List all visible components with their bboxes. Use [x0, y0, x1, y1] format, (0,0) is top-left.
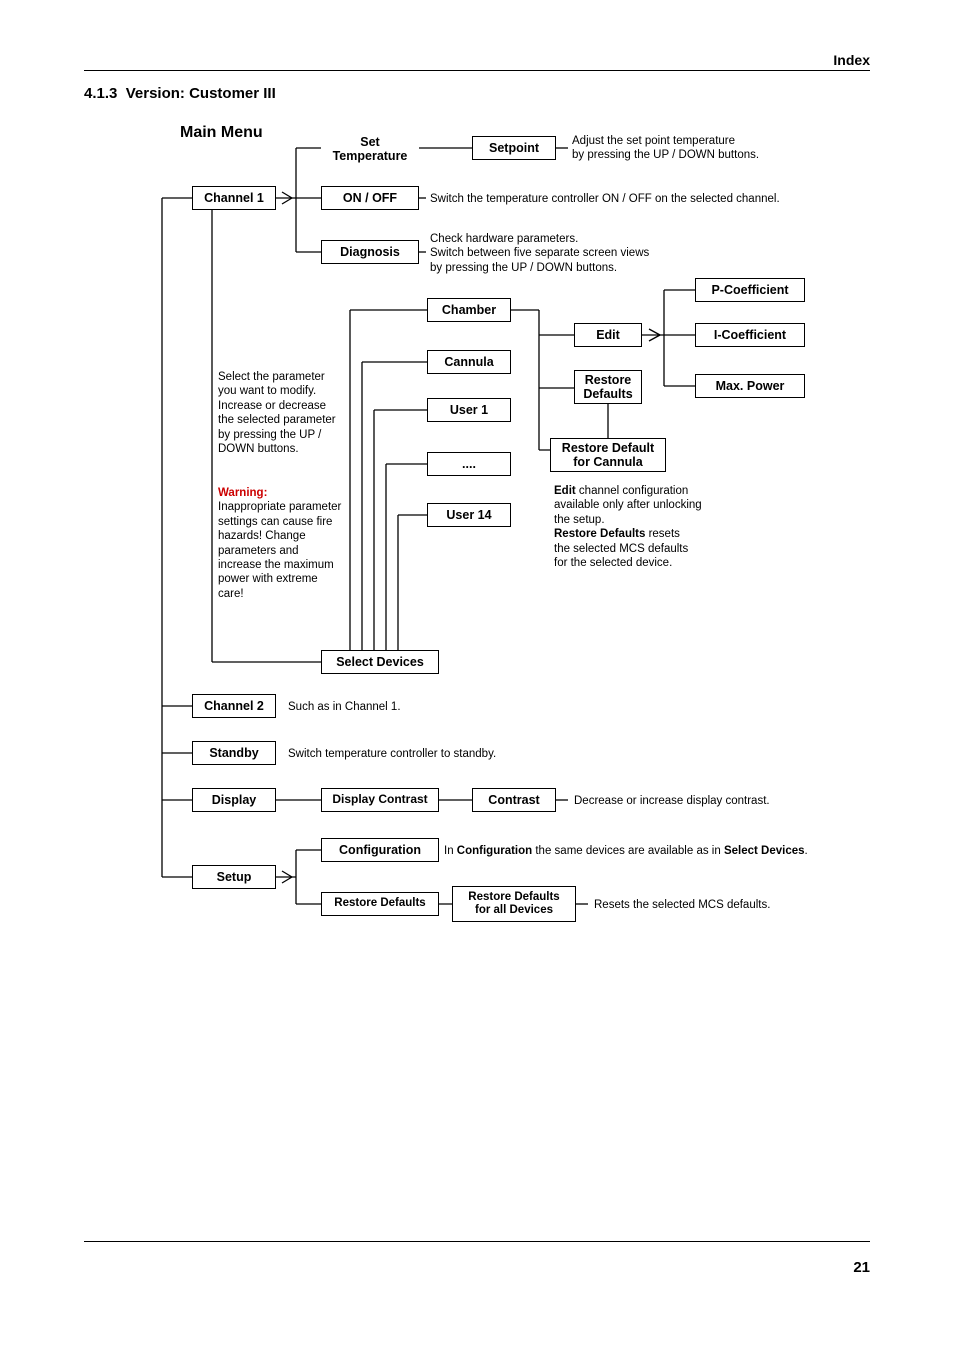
- main-menu-title: Main Menu: [180, 124, 263, 142]
- restore-all-note: Resets the selected MCS defaults.: [594, 898, 770, 912]
- page: Index 4.1.3 Version: Customer III: [0, 0, 954, 1350]
- display-box: Display: [192, 788, 276, 812]
- cfg-c: the same devices are available as in: [532, 845, 724, 857]
- warning-label: Warning:: [218, 487, 267, 499]
- restore-all-box: Restore Defaults for all Devices: [452, 886, 576, 922]
- diagram: Main Menu Channel 1 Set Set Temperature …: [84, 120, 870, 960]
- edit-note-t6: for the selected device.: [554, 557, 672, 569]
- set-temp-l1: Set: [360, 135, 379, 149]
- select-devices-box: Select Devices: [321, 650, 439, 674]
- edit-note-t5: the selected MCS defaults: [554, 543, 688, 555]
- standby-note: Switch temperature controller to standby…: [288, 747, 496, 761]
- restore-all-l2: for all Devices: [475, 904, 553, 917]
- ellipsis-box: ....: [427, 452, 511, 476]
- user1-box: User 1: [427, 398, 511, 422]
- pcoef-box: P-Coefficient: [695, 278, 805, 302]
- warning-block: Warning: Inappropriate parameter setting…: [218, 486, 344, 601]
- cfg-e: .: [805, 845, 808, 857]
- contrast-box: Contrast: [472, 788, 556, 812]
- diagnosis-box: Diagnosis: [321, 240, 419, 264]
- header-index: Index: [84, 52, 870, 70]
- restore-defaults-setup-box: Restore Defaults: [321, 892, 439, 916]
- warning-body: Inappropriate parameter settings can cau…: [218, 501, 341, 599]
- edit-note-b2: Restore Defaults: [554, 528, 645, 540]
- edit-note-t3: the setup.: [554, 514, 605, 526]
- onoff-note: Switch the temperature controller ON / O…: [430, 192, 810, 206]
- restore-cannula-box: Restore Default for Cannula: [550, 438, 666, 472]
- rule-bottom: [84, 1241, 870, 1242]
- rule-top: [84, 70, 870, 71]
- restore-defaults-box: Restore Defaults: [574, 370, 642, 404]
- channel1-box: Channel 1: [192, 186, 276, 210]
- setup-box: Setup: [192, 865, 276, 889]
- setpoint-box: Setpoint: [472, 136, 556, 160]
- cannula-box: Cannula: [427, 350, 511, 374]
- edit-note-t1: channel configuration: [576, 485, 689, 497]
- cfg-a: In: [444, 845, 457, 857]
- cfg-d: Select Devices: [724, 845, 805, 857]
- channel2-note: Such as in Channel 1.: [288, 700, 401, 714]
- cfg-b: Configuration: [457, 845, 532, 857]
- edit-note-b1: Edit: [554, 485, 576, 497]
- edit-box: Edit: [574, 323, 642, 347]
- page-number: 21: [853, 1259, 870, 1276]
- diagnosis-note: Check hardware parameters.Switch between…: [430, 232, 730, 275]
- section-name: Version: Customer III: [126, 85, 276, 102]
- channel2-box: Channel 2: [192, 694, 276, 718]
- onoff-box: ON / OFF: [321, 186, 419, 210]
- maxpower-box: Max. Power: [695, 374, 805, 398]
- restore-cannula-l2: for Cannula: [573, 455, 642, 469]
- user14-box: User 14: [427, 503, 511, 527]
- display-contrast-box: Display Contrast: [321, 788, 439, 812]
- restore-all-l1: Restore Defaults: [468, 891, 559, 904]
- section-number: 4.1.3: [84, 85, 117, 102]
- edit-note-t2: available only after unlocking: [554, 499, 702, 511]
- edit-note-t4: resets: [645, 528, 680, 540]
- config-note: In Configuration the same devices are av…: [444, 844, 808, 858]
- restore-l1: Restore: [585, 373, 632, 387]
- configuration-box: Configuration: [321, 838, 439, 862]
- edit-note: Edit channel configuration available onl…: [554, 484, 734, 570]
- section-title: 4.1.3 Version: Customer III: [84, 85, 870, 102]
- icoef-box: I-Coefficient: [695, 323, 805, 347]
- restore-cannula-l1: Restore Default: [562, 441, 654, 455]
- setpoint-note: Adjust the set point temperatureby press…: [572, 134, 792, 163]
- contrast-note: Decrease or increase display contrast.: [574, 794, 770, 808]
- restore-l2: Defaults: [583, 387, 632, 401]
- chamber-box: Chamber: [427, 298, 511, 322]
- set-temp-l2: Temperature: [333, 149, 408, 163]
- select-note: Select the parameter you want to modify.…: [218, 370, 344, 456]
- set-temperature-text: Set Temperature: [321, 132, 419, 166]
- standby-box: Standby: [192, 741, 276, 765]
